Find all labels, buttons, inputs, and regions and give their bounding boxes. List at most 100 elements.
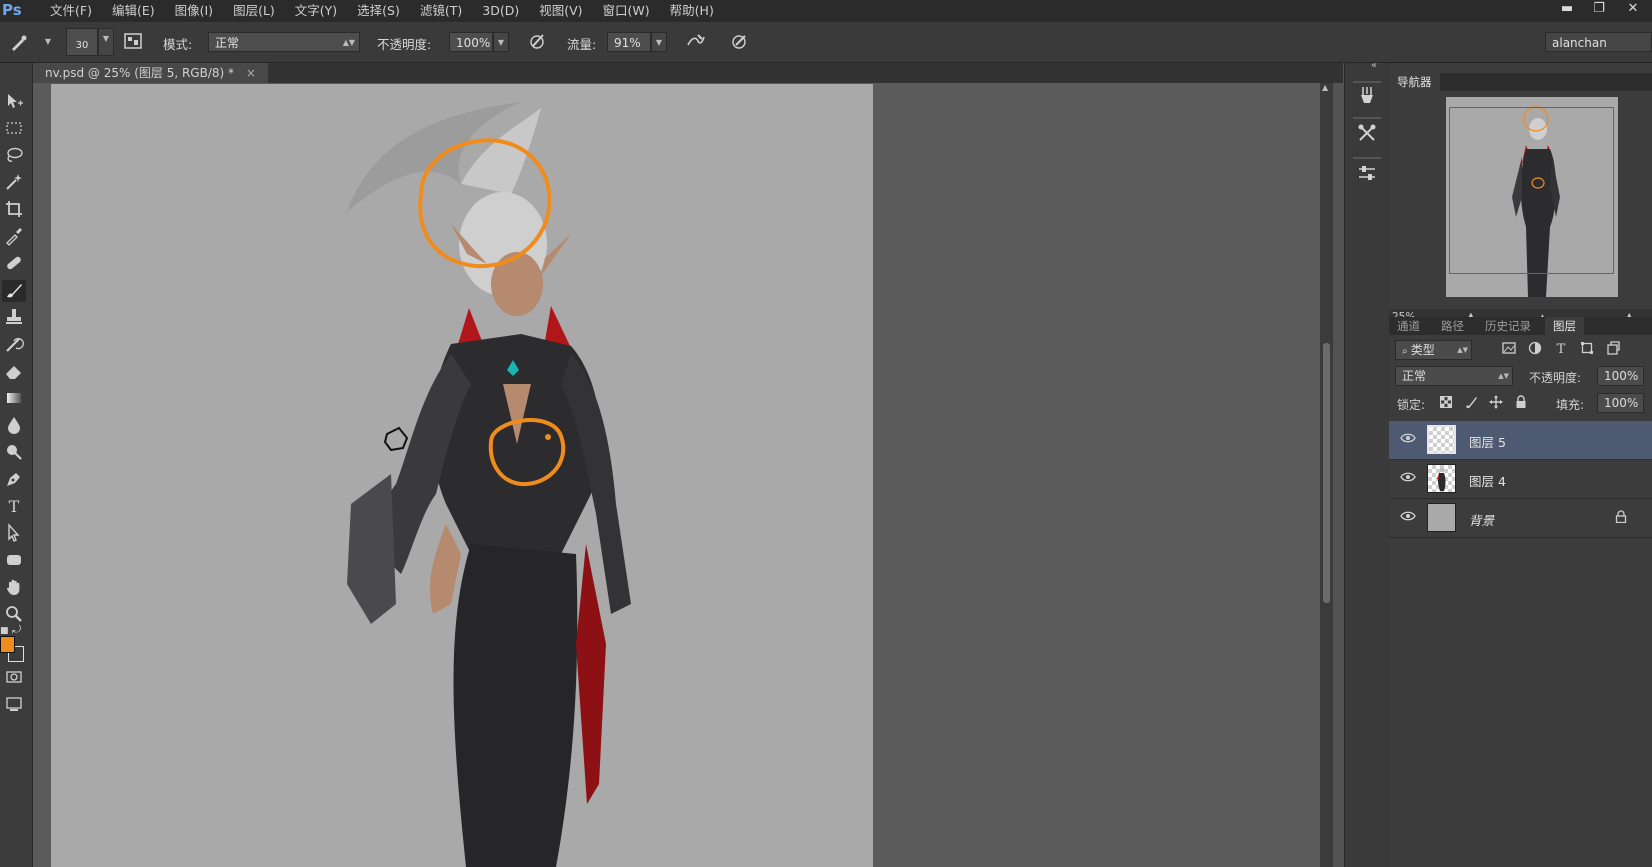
filter-search-icon: ⌕ <box>1402 346 1411 357</box>
brush-panel-icon[interactable] <box>122 31 144 53</box>
clone-stamp-icon[interactable] <box>2 307 26 329</box>
navigator-preview[interactable] <box>1446 97 1618 297</box>
opacity-input[interactable]: 100% <box>449 32 493 52</box>
workspace-switcher[interactable]: alanchan <box>1545 32 1652 52</box>
tab-paths[interactable]: 路径 <box>1433 317 1472 335</box>
magic-wand-icon[interactable] <box>2 172 26 194</box>
layer-row[interactable]: 背景 <box>1389 499 1652 538</box>
layer-filter-select[interactable]: ⌕ 类型 ▲▼ <box>1395 340 1472 360</box>
document-close-icon[interactable]: × <box>246 66 256 80</box>
visibility-eye-icon[interactable] <box>1399 471 1417 487</box>
document-tab[interactable]: nv.psd @ 25% (图层 5, RGB/8) * × <box>33 63 268 83</box>
blur-icon[interactable] <box>2 415 26 437</box>
menu-type[interactable]: 文字(Y) <box>285 0 347 22</box>
character-artwork <box>347 102 631 867</box>
mode-select[interactable]: 正常 ▲▼ <box>208 32 360 52</box>
layer-opacity-label: 不透明度: <box>1529 371 1582 385</box>
menu-file[interactable]: 文件(F) <box>40 0 102 22</box>
minimize-button[interactable]: ▬ <box>1554 0 1580 20</box>
lasso-icon[interactable] <box>2 145 26 167</box>
shape-icon[interactable] <box>2 550 26 572</box>
layer-row[interactable]: 图层 4 <box>1389 460 1652 499</box>
collapse-dock-icon[interactable]: « <box>1371 60 1377 71</box>
brush-icon[interactable] <box>2 280 26 302</box>
lock-position-icon[interactable] <box>1487 395 1505 413</box>
tab-history[interactable]: 历史记录 <box>1477 317 1539 335</box>
menu-window[interactable]: 窗口(W) <box>593 0 660 22</box>
gradient-icon[interactable] <box>2 388 26 410</box>
menu-help[interactable]: 帮助(H) <box>660 0 724 22</box>
menu-view[interactable]: 视图(V) <box>529 0 592 22</box>
healing-brush-icon[interactable] <box>2 253 26 275</box>
menu-image[interactable]: 图像(I) <box>165 0 223 22</box>
tools-preset-icon[interactable] <box>1355 123 1379 147</box>
blend-mode-select[interactable]: 正常 ▲▼ <box>1395 366 1513 386</box>
pressure-size-icon[interactable] <box>728 31 750 53</box>
filter-pixel-icon[interactable] <box>1500 341 1518 359</box>
close-button[interactable]: ✕ <box>1620 0 1646 20</box>
foreground-color-swatch[interactable] <box>0 636 15 653</box>
fill-input[interactable]: 100% <box>1597 393 1644 413</box>
restore-button[interactable]: ❐ <box>1586 0 1612 20</box>
hand-icon[interactable] <box>2 577 26 599</box>
tab-navigator[interactable]: 导航器 <box>1389 73 1440 91</box>
filter-type-icon[interactable]: T <box>1552 341 1570 359</box>
brush-picker-dropdown-icon[interactable]: ▼ <box>98 28 114 56</box>
path-selection-icon[interactable] <box>2 523 26 545</box>
mode-select-arrow-icon: ▲▼ <box>342 38 355 47</box>
eyedropper-icon[interactable] <box>2 226 26 248</box>
eraser-icon[interactable] <box>2 361 26 383</box>
menu-select[interactable]: 选择(S) <box>347 0 410 22</box>
mode-value: 正常 <box>215 36 240 50</box>
puppet-icon[interactable] <box>1355 85 1379 109</box>
dodge-icon[interactable] <box>2 442 26 464</box>
document-tab-bar: nv.psd @ 25% (图层 5, RGB/8) * × <box>33 63 1343 83</box>
airbrush-icon[interactable] <box>685 31 707 53</box>
character-thumbnail <box>1437 467 1446 491</box>
opacity-dropdown-icon[interactable]: ▼ <box>493 32 509 52</box>
layer-opacity-input[interactable]: 100% <box>1597 366 1644 386</box>
adjust-icon[interactable] <box>1355 163 1379 187</box>
quick-mask-icon[interactable] <box>2 667 26 689</box>
tab-channels[interactable]: 通道 <box>1389 317 1428 335</box>
screen-mode-icon[interactable] <box>2 694 26 716</box>
brush-tool-preset-icon[interactable] <box>8 31 30 53</box>
brush-size-picker[interactable]: 30 <box>66 28 98 56</box>
lock-pixels-icon[interactable] <box>1462 395 1480 413</box>
lock-all-icon[interactable] <box>1512 395 1530 413</box>
default-colors-icon[interactable]: ■ <box>0 626 9 636</box>
visibility-eye-icon[interactable] <box>1399 432 1417 448</box>
menu-layer[interactable]: 图层(L) <box>223 0 285 22</box>
menu-filter[interactable]: 滤镜(T) <box>410 0 472 22</box>
filter-shape-icon[interactable] <box>1578 341 1596 359</box>
flow-input[interactable]: 91% <box>607 32 651 52</box>
photoshop-logo: Ps <box>2 1 22 19</box>
tab-layers[interactable]: 图层 <box>1545 317 1584 335</box>
move-icon[interactable] <box>2 91 26 113</box>
menu-edit[interactable]: 编辑(E) <box>102 0 165 22</box>
history-brush-icon[interactable] <box>2 334 26 356</box>
filter-smart-object-icon[interactable] <box>1604 341 1622 359</box>
flow-value: 91% <box>614 36 641 50</box>
pen-icon[interactable] <box>2 469 26 491</box>
type-icon[interactable]: T <box>2 496 26 518</box>
document-canvas[interactable] <box>51 84 873 867</box>
pressure-opacity-icon[interactable] <box>526 31 548 53</box>
scrollbar-thumb[interactable] <box>1323 343 1330 603</box>
navigator-view-frame[interactable] <box>1449 107 1614 274</box>
menu-3d[interactable]: 3D(D) <box>472 0 529 22</box>
workspace-user: alanchan <box>1552 36 1607 50</box>
filter-adjustment-icon[interactable] <box>1526 341 1544 359</box>
marquee-icon[interactable] <box>2 118 26 140</box>
scroll-up-icon[interactable]: ▲ <box>1322 83 1328 92</box>
layer-row[interactable]: 图层 5 <box>1389 421 1652 460</box>
crop-icon[interactable] <box>2 199 26 221</box>
swap-colors-icon[interactable]: ⤾ <box>12 623 21 637</box>
lock-transparency-icon[interactable] <box>1437 395 1455 413</box>
tool-preset-dropdown-icon[interactable]: ▼ <box>40 32 56 52</box>
canvas-vertical-scrollbar[interactable]: ▲ <box>1320 83 1333 867</box>
visibility-eye-icon[interactable] <box>1399 510 1417 526</box>
layer-thumbnail <box>1427 464 1456 493</box>
layer-filter-value: 类型 <box>1410 343 1435 357</box>
flow-dropdown-icon[interactable]: ▼ <box>651 32 667 52</box>
